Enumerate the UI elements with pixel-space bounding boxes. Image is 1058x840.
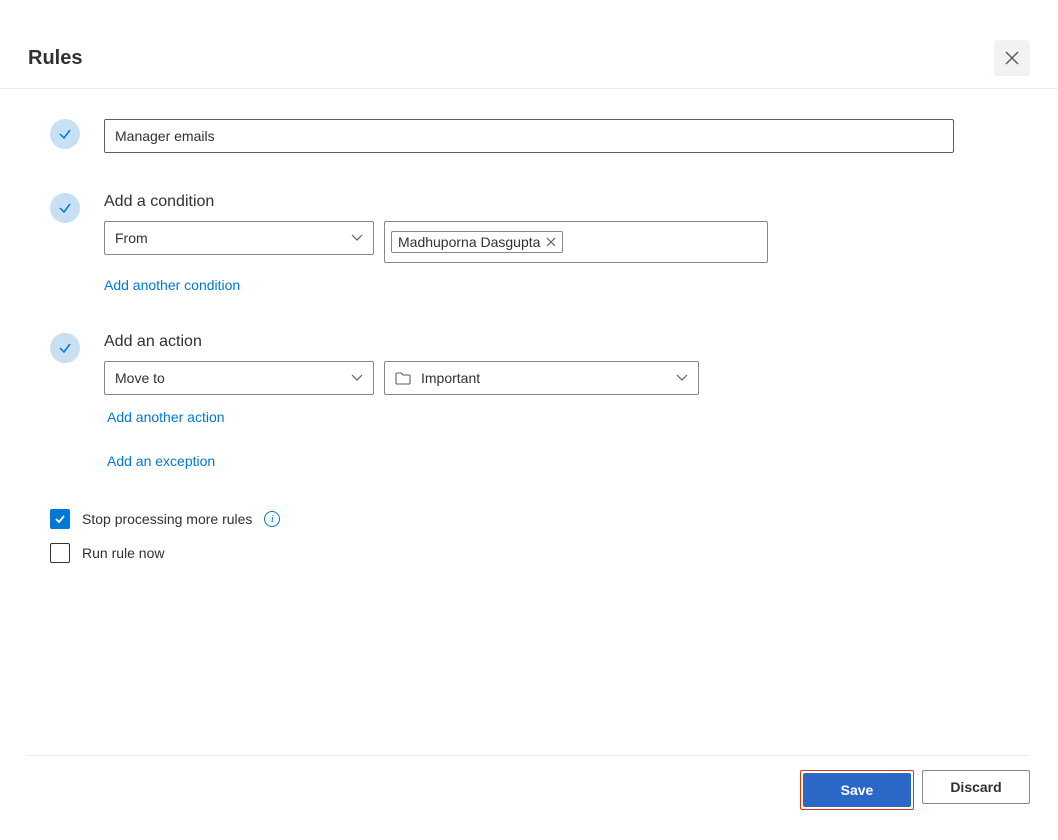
chevron-down-icon	[351, 234, 363, 242]
rules-dialog: Rules Add a condition	[0, 0, 1058, 840]
folder-icon	[395, 371, 411, 385]
person-chip-label: Madhuporna Dasgupta	[398, 234, 540, 250]
chevron-down-icon	[676, 374, 688, 382]
save-button[interactable]: Save	[803, 773, 911, 807]
condition-label: Add a condition	[104, 193, 1030, 211]
stop-processing-label: Stop processing more rules	[82, 511, 252, 527]
step-complete-icon	[50, 333, 80, 363]
dialog-header: Rules	[0, 0, 1058, 89]
dialog-content: Add a condition From Madhuporna Dasgupta	[0, 89, 1058, 597]
chip-remove-icon[interactable]	[546, 237, 556, 247]
close-icon	[1005, 51, 1019, 65]
condition-people-input[interactable]: Madhuporna Dasgupta	[384, 221, 768, 263]
run-rule-row: Run rule now	[50, 543, 1030, 563]
discard-button[interactable]: Discard	[922, 770, 1030, 804]
step-complete-icon	[50, 119, 80, 149]
action-type-value: Move to	[115, 370, 165, 386]
action-section: Add an action Move to Important	[50, 333, 1030, 469]
rule-name-section	[50, 119, 1030, 153]
info-icon[interactable]: i	[264, 511, 280, 527]
add-exception-link[interactable]: Add an exception	[107, 453, 215, 469]
stop-processing-row: Stop processing more rules i	[50, 509, 1030, 529]
dialog-footer: Save Discard	[28, 755, 1030, 810]
run-rule-label: Run rule now	[82, 545, 165, 561]
rule-name-input[interactable]	[104, 119, 954, 153]
close-button[interactable]	[994, 40, 1030, 76]
chevron-down-icon	[351, 374, 363, 382]
save-highlight: Save	[800, 770, 914, 810]
condition-type-value: From	[115, 230, 148, 246]
rule-options: Stop processing more rules i Run rule no…	[50, 509, 1030, 563]
add-action-link[interactable]: Add another action	[107, 409, 225, 425]
action-type-dropdown[interactable]: Move to	[104, 361, 374, 395]
action-label: Add an action	[104, 333, 1030, 351]
stop-processing-checkbox[interactable]	[50, 509, 70, 529]
action-folder-value: Important	[421, 370, 480, 386]
run-rule-checkbox[interactable]	[50, 543, 70, 563]
add-condition-link[interactable]: Add another condition	[104, 277, 240, 293]
person-chip[interactable]: Madhuporna Dasgupta	[391, 231, 563, 253]
condition-section: Add a condition From Madhuporna Dasgupta	[50, 193, 1030, 293]
step-complete-icon	[50, 193, 80, 223]
dialog-title: Rules	[28, 47, 82, 70]
condition-type-dropdown[interactable]: From	[104, 221, 374, 255]
action-folder-dropdown[interactable]: Important	[384, 361, 699, 395]
